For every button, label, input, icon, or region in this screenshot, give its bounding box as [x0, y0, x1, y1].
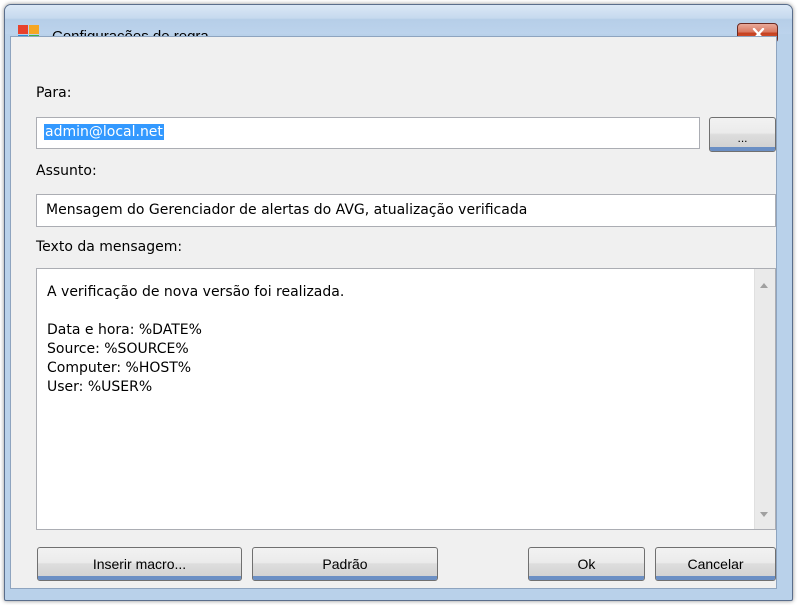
scroll-up-icon[interactable] — [760, 283, 768, 288]
insert-macro-label: Inserir macro... — [92, 556, 187, 572]
insert-macro-button[interactable]: Inserir macro... — [37, 547, 242, 581]
message-scrollbar[interactable] — [754, 269, 775, 529]
to-label: Para: — [36, 85, 72, 101]
message-text: A verificação de nova versão foi realiza… — [47, 283, 344, 397]
message-line: Data e hora: %DATE% — [47, 322, 202, 338]
ok-label: Ok — [577, 556, 596, 572]
ok-button[interactable]: Ok — [528, 547, 645, 581]
subject-label: Assunto: — [36, 163, 97, 179]
browse-button-label: ... — [737, 131, 748, 145]
message-line — [47, 302, 344, 321]
message-line: Source: %SOURCE% — [47, 341, 189, 357]
cancel-label: Cancelar — [687, 556, 744, 572]
subject-input[interactable]: Mensagem do Gerenciador de alertas do AV… — [36, 194, 776, 227]
message-line: A verificação de nova versão foi realiza… — [47, 284, 345, 300]
message-line: Computer: %HOST% — [47, 360, 192, 376]
to-input-value: admin@local.net — [44, 124, 164, 140]
message-label: Texto da mensagem: — [36, 239, 183, 255]
message-textarea[interactable]: A verificação de nova versão foi realiza… — [36, 268, 776, 530]
scroll-down-icon[interactable] — [760, 512, 768, 517]
browse-button[interactable]: ... — [709, 117, 776, 152]
cancel-button[interactable]: Cancelar — [655, 547, 776, 581]
to-input[interactable]: admin@local.net — [36, 117, 700, 149]
subject-input-value: Mensagem do Gerenciador de alertas do AV… — [46, 202, 528, 218]
default-label: Padrão — [322, 556, 368, 572]
message-line: User: %USER% — [47, 379, 153, 395]
default-button[interactable]: Padrão — [252, 547, 438, 581]
